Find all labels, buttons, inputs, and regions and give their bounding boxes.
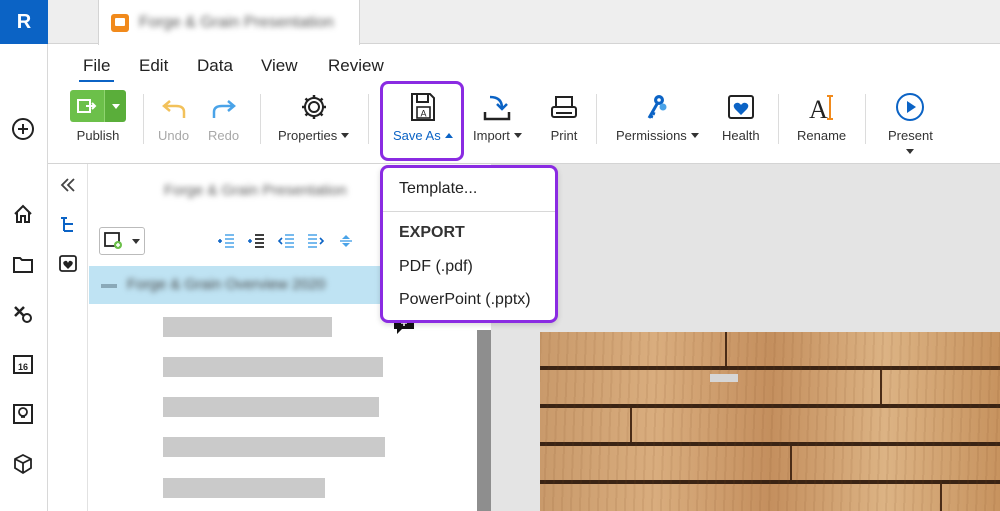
export-section-header: EXPORT bbox=[399, 224, 465, 241]
outline-item-placeholder[interactable] bbox=[163, 357, 383, 377]
move-up-down-icon[interactable] bbox=[337, 232, 355, 250]
wood-seam bbox=[725, 332, 727, 366]
rename-button[interactable]: A Rename bbox=[797, 92, 846, 143]
redo-button[interactable]: Redo bbox=[208, 92, 239, 143]
gear-icon bbox=[299, 92, 329, 122]
add-icon[interactable] bbox=[10, 116, 36, 142]
indent-after-icon[interactable] bbox=[247, 232, 265, 250]
document-tab[interactable]: Forge & Grain Presentation bbox=[98, 0, 360, 45]
permissions-button[interactable]: Permissions bbox=[616, 92, 699, 143]
health-label: Health bbox=[722, 128, 760, 143]
undo-button[interactable]: Undo bbox=[158, 92, 189, 143]
lightbulb-icon[interactable] bbox=[10, 401, 36, 427]
svg-text:A: A bbox=[809, 95, 828, 122]
print-button[interactable]: Print bbox=[550, 92, 578, 143]
document-tab-strip: Forge & Grain Presentation bbox=[48, 0, 1000, 45]
outline-item-placeholder[interactable] bbox=[163, 397, 379, 417]
import-icon bbox=[482, 92, 512, 122]
menu-divider bbox=[383, 211, 555, 212]
outline-tree-icon[interactable] bbox=[59, 216, 77, 239]
outline-toolbar bbox=[99, 226, 145, 256]
wood-seam bbox=[940, 484, 942, 511]
svg-text:16: 16 bbox=[18, 362, 28, 372]
printer-icon bbox=[550, 92, 578, 122]
add-slide-dropdown-icon[interactable] bbox=[132, 238, 140, 244]
permissions-label: Permissions bbox=[616, 128, 699, 143]
calendar-icon[interactable]: 16 bbox=[10, 351, 36, 377]
wood-seam bbox=[630, 408, 632, 442]
shapes-icon[interactable] bbox=[10, 301, 36, 327]
health-icon bbox=[727, 92, 755, 122]
save-as-highlight bbox=[380, 81, 464, 161]
save-as-dropdown-menu: Template... EXPORT PDF (.pdf) PowerPoint… bbox=[380, 165, 558, 323]
favorites-icon[interactable] bbox=[58, 254, 78, 279]
wood-texture bbox=[540, 332, 1000, 511]
present-label: Present bbox=[888, 128, 933, 143]
keys-icon bbox=[642, 92, 672, 122]
publish-icon bbox=[70, 90, 104, 122]
collapse-dash-icon[interactable] bbox=[101, 284, 117, 288]
menu-item-pdf[interactable]: PDF (.pdf) bbox=[399, 258, 473, 276]
menu-edit[interactable]: Edit bbox=[139, 56, 168, 76]
properties-button[interactable]: Properties bbox=[278, 92, 350, 143]
selected-row-title: Forge & Grain Overview 2020 bbox=[127, 276, 326, 293]
undo-label: Undo bbox=[158, 128, 190, 143]
ribbon-divider bbox=[260, 94, 261, 144]
outline-item-placeholder[interactable] bbox=[163, 478, 325, 498]
health-button[interactable]: Health bbox=[722, 92, 760, 143]
slide-canvas bbox=[491, 164, 1000, 511]
presentation-icon bbox=[111, 13, 129, 32]
menu-data[interactable]: Data bbox=[197, 56, 233, 76]
redo-label: Redo bbox=[208, 128, 240, 143]
outline-title: Forge & Grain Presentation bbox=[164, 182, 347, 199]
add-slide-button[interactable] bbox=[99, 227, 145, 255]
publish-button[interactable]: Publish bbox=[70, 90, 126, 143]
home-icon[interactable] bbox=[10, 201, 36, 227]
ribbon-divider bbox=[778, 94, 779, 144]
properties-label: Properties bbox=[278, 128, 350, 143]
wood-seam bbox=[790, 446, 792, 480]
redo-icon bbox=[210, 92, 238, 122]
outline-scrollbar[interactable] bbox=[477, 330, 491, 511]
ribbon-divider bbox=[143, 94, 144, 144]
publish-dropdown-toggle[interactable] bbox=[104, 90, 126, 122]
left-rail: R 16 bbox=[0, 0, 48, 511]
menu-item-template[interactable]: Template... bbox=[399, 180, 477, 198]
ribbon-divider bbox=[596, 94, 597, 144]
present-button[interactable]: Present bbox=[888, 92, 933, 154]
app-logo[interactable]: R bbox=[0, 0, 48, 44]
outdent-icon[interactable] bbox=[277, 232, 295, 250]
ribbon-divider bbox=[865, 94, 866, 144]
indent-icon[interactable] bbox=[307, 232, 325, 250]
indent-before-icon[interactable] bbox=[217, 232, 235, 250]
outline-item-placeholder[interactable] bbox=[163, 437, 385, 457]
present-dropdown-caret[interactable] bbox=[906, 149, 915, 154]
ribbon-toolbar: Publish Undo Redo Properties A Save As I… bbox=[48, 82, 1000, 164]
document-tab-title: Forge & Grain Presentation bbox=[139, 13, 334, 31]
menu-review[interactable]: Review bbox=[328, 56, 384, 76]
outline-actions bbox=[217, 232, 355, 250]
folder-icon[interactable] bbox=[10, 251, 36, 277]
add-slide-icon bbox=[104, 232, 122, 249]
rename-label: Rename bbox=[797, 128, 847, 143]
undo-icon bbox=[160, 92, 188, 122]
collapse-panel-icon[interactable] bbox=[60, 178, 76, 197]
play-icon bbox=[895, 92, 925, 122]
wood-seam bbox=[880, 370, 882, 404]
import-button[interactable]: Import bbox=[473, 92, 522, 143]
rename-icon: A bbox=[807, 92, 837, 122]
slide-preview[interactable] bbox=[540, 332, 1000, 511]
outline-item-placeholder[interactable] bbox=[163, 317, 332, 337]
publish-label: Publish bbox=[76, 128, 120, 143]
menu-view[interactable]: View bbox=[261, 56, 298, 76]
menu-file[interactable]: File bbox=[78, 56, 115, 82]
slide-placeholder-mark bbox=[710, 374, 738, 382]
outline-toolstrip bbox=[48, 164, 88, 511]
ribbon-divider bbox=[368, 94, 369, 144]
print-label: Print bbox=[550, 128, 578, 143]
menu-bar: File Edit Data View Review bbox=[48, 44, 1000, 82]
import-label: Import bbox=[473, 128, 522, 143]
cube-icon[interactable] bbox=[10, 451, 36, 477]
menu-item-pptx[interactable]: PowerPoint (.pptx) bbox=[399, 291, 531, 309]
